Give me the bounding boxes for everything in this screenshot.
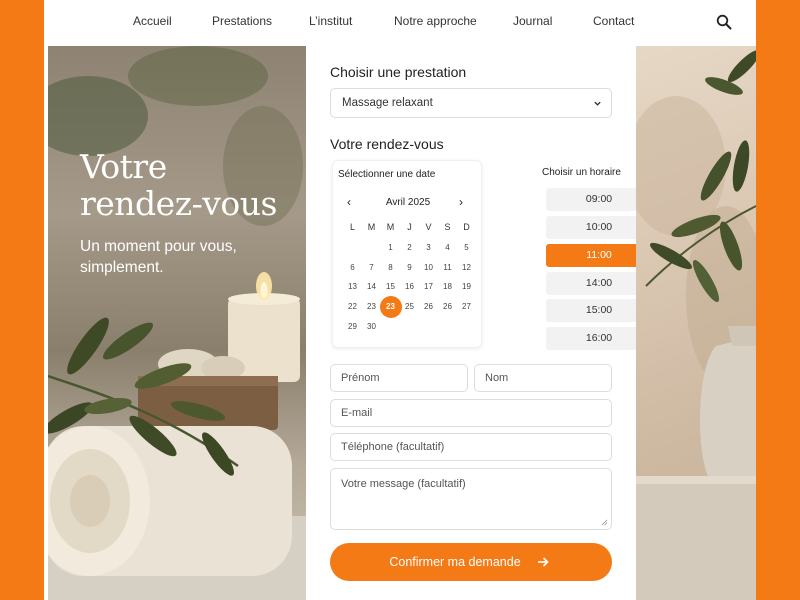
calendar-day[interactable]: 7: [362, 259, 381, 277]
calendar-day[interactable]: 26: [438, 298, 457, 316]
calendar-day[interactable]: 14: [362, 278, 381, 296]
appointment-heading: Votre rendez-vous: [330, 136, 444, 152]
hero-image: Votre rendez-vous Un moment pour vous, s…: [48, 46, 306, 600]
chevron-right-icon[interactable]: ›: [459, 195, 463, 209]
phone-placeholder: Téléphone (facultatif): [341, 441, 445, 453]
calendar-day[interactable]: 10: [419, 259, 438, 277]
calendar-day[interactable]: 30: [362, 318, 381, 336]
nav-link-prestations[interactable]: Prestations: [212, 14, 272, 28]
hero-title-line-1: Votre: [80, 147, 167, 186]
first-name-field[interactable]: Prénom: [330, 364, 468, 392]
calendar-day[interactable]: 2: [400, 239, 419, 257]
weekday-label: M: [386, 222, 395, 232]
service-select-value: Massage relaxant: [342, 97, 433, 109]
calendar-day[interactable]: 4: [438, 239, 457, 257]
calendar-day[interactable]: 22: [343, 298, 362, 316]
email-field[interactable]: E-mail: [330, 399, 612, 427]
search-icon[interactable]: [716, 14, 732, 30]
confirm-button[interactable]: Confirmer ma demande: [330, 543, 612, 581]
first-name-placeholder: Prénom: [341, 372, 380, 384]
weekday-label: D: [463, 222, 470, 232]
date-picker: Sélectionner une date ‹ Avril 2025 › LMM…: [332, 160, 482, 348]
calendar-day[interactable]: 19: [457, 278, 476, 296]
calendar-day[interactable]: 6: [343, 259, 362, 277]
calendar-day[interactable]: 9: [400, 259, 419, 277]
date-picker-caption: Sélectionner une date: [338, 169, 436, 180]
weekday-label: J: [407, 222, 412, 232]
nav-link-notre-approche[interactable]: Notre approche: [394, 14, 477, 28]
booking-form: Choisir une prestation Massage relaxant …: [306, 46, 652, 600]
calendar-day[interactable]: 3: [419, 239, 438, 257]
nav-link-institut[interactable]: L’institut: [309, 14, 352, 28]
plant-vase-illustration: [636, 49, 756, 600]
nav-link-journal[interactable]: Journal: [513, 14, 552, 28]
hero-subtitle: Un moment pour vous, simplement.: [80, 238, 237, 276]
time-picker-caption: Choisir un horaire: [542, 167, 621, 178]
calendar-day[interactable]: 17: [419, 278, 438, 296]
hero-title-line-2: rendez-vous: [80, 184, 277, 223]
calendar-day[interactable]: 27: [457, 298, 476, 316]
phone-field[interactable]: Téléphone (facultatif): [330, 433, 612, 461]
calendar-day[interactable]: 18: [438, 278, 457, 296]
page: Accueil Prestations L’institut Notre app…: [44, 0, 756, 600]
service-select[interactable]: Massage relaxant: [330, 88, 612, 118]
calendar-day[interactable]: 11: [438, 259, 457, 277]
weekday-label: V: [425, 222, 432, 232]
calendar-day[interactable]: 1: [381, 239, 400, 257]
message-field[interactable]: Votre message (facultatif): [330, 468, 612, 530]
weekday-label: L: [349, 222, 355, 232]
calendar-day[interactable]: 5: [457, 239, 476, 257]
calendar-day[interactable]: 23: [362, 298, 381, 316]
weekday-label: M: [367, 222, 376, 232]
last-name-placeholder: Nom: [485, 372, 509, 384]
calendar-day[interactable]: 26: [419, 298, 438, 316]
arrow-right-icon: [538, 557, 549, 567]
calendar-day-selected[interactable]: 23: [379, 296, 402, 318]
calendar-day[interactable]: 29: [343, 318, 362, 336]
calendar-day[interactable]: 16: [400, 278, 419, 296]
decor-image: [636, 46, 756, 600]
weekday-label: S: [444, 222, 451, 232]
top-nav: Accueil Prestations L’institut Notre app…: [44, 0, 756, 46]
service-heading: Choisir une prestation: [330, 64, 467, 80]
calendar-day[interactable]: 15: [381, 278, 400, 296]
spa-photo-illustration: [48, 46, 306, 600]
resize-handle-icon[interactable]: [601, 519, 608, 526]
calendar-day[interactable]: 8: [381, 259, 400, 277]
nav-link-accueil[interactable]: Accueil: [133, 14, 172, 28]
hero-title: Votre rendez-vous: [80, 148, 277, 222]
last-name-field[interactable]: Nom: [474, 364, 612, 392]
nav-link-contact[interactable]: Contact: [593, 14, 634, 28]
calendar-day[interactable]: 12: [457, 259, 476, 277]
calendar-day[interactable]: 13: [343, 278, 362, 296]
message-placeholder: Votre message (facultatif): [341, 478, 466, 490]
calendar-day[interactable]: 25: [400, 298, 419, 316]
chevron-down-icon: [594, 101, 601, 106]
email-placeholder: E-mail: [341, 407, 373, 419]
